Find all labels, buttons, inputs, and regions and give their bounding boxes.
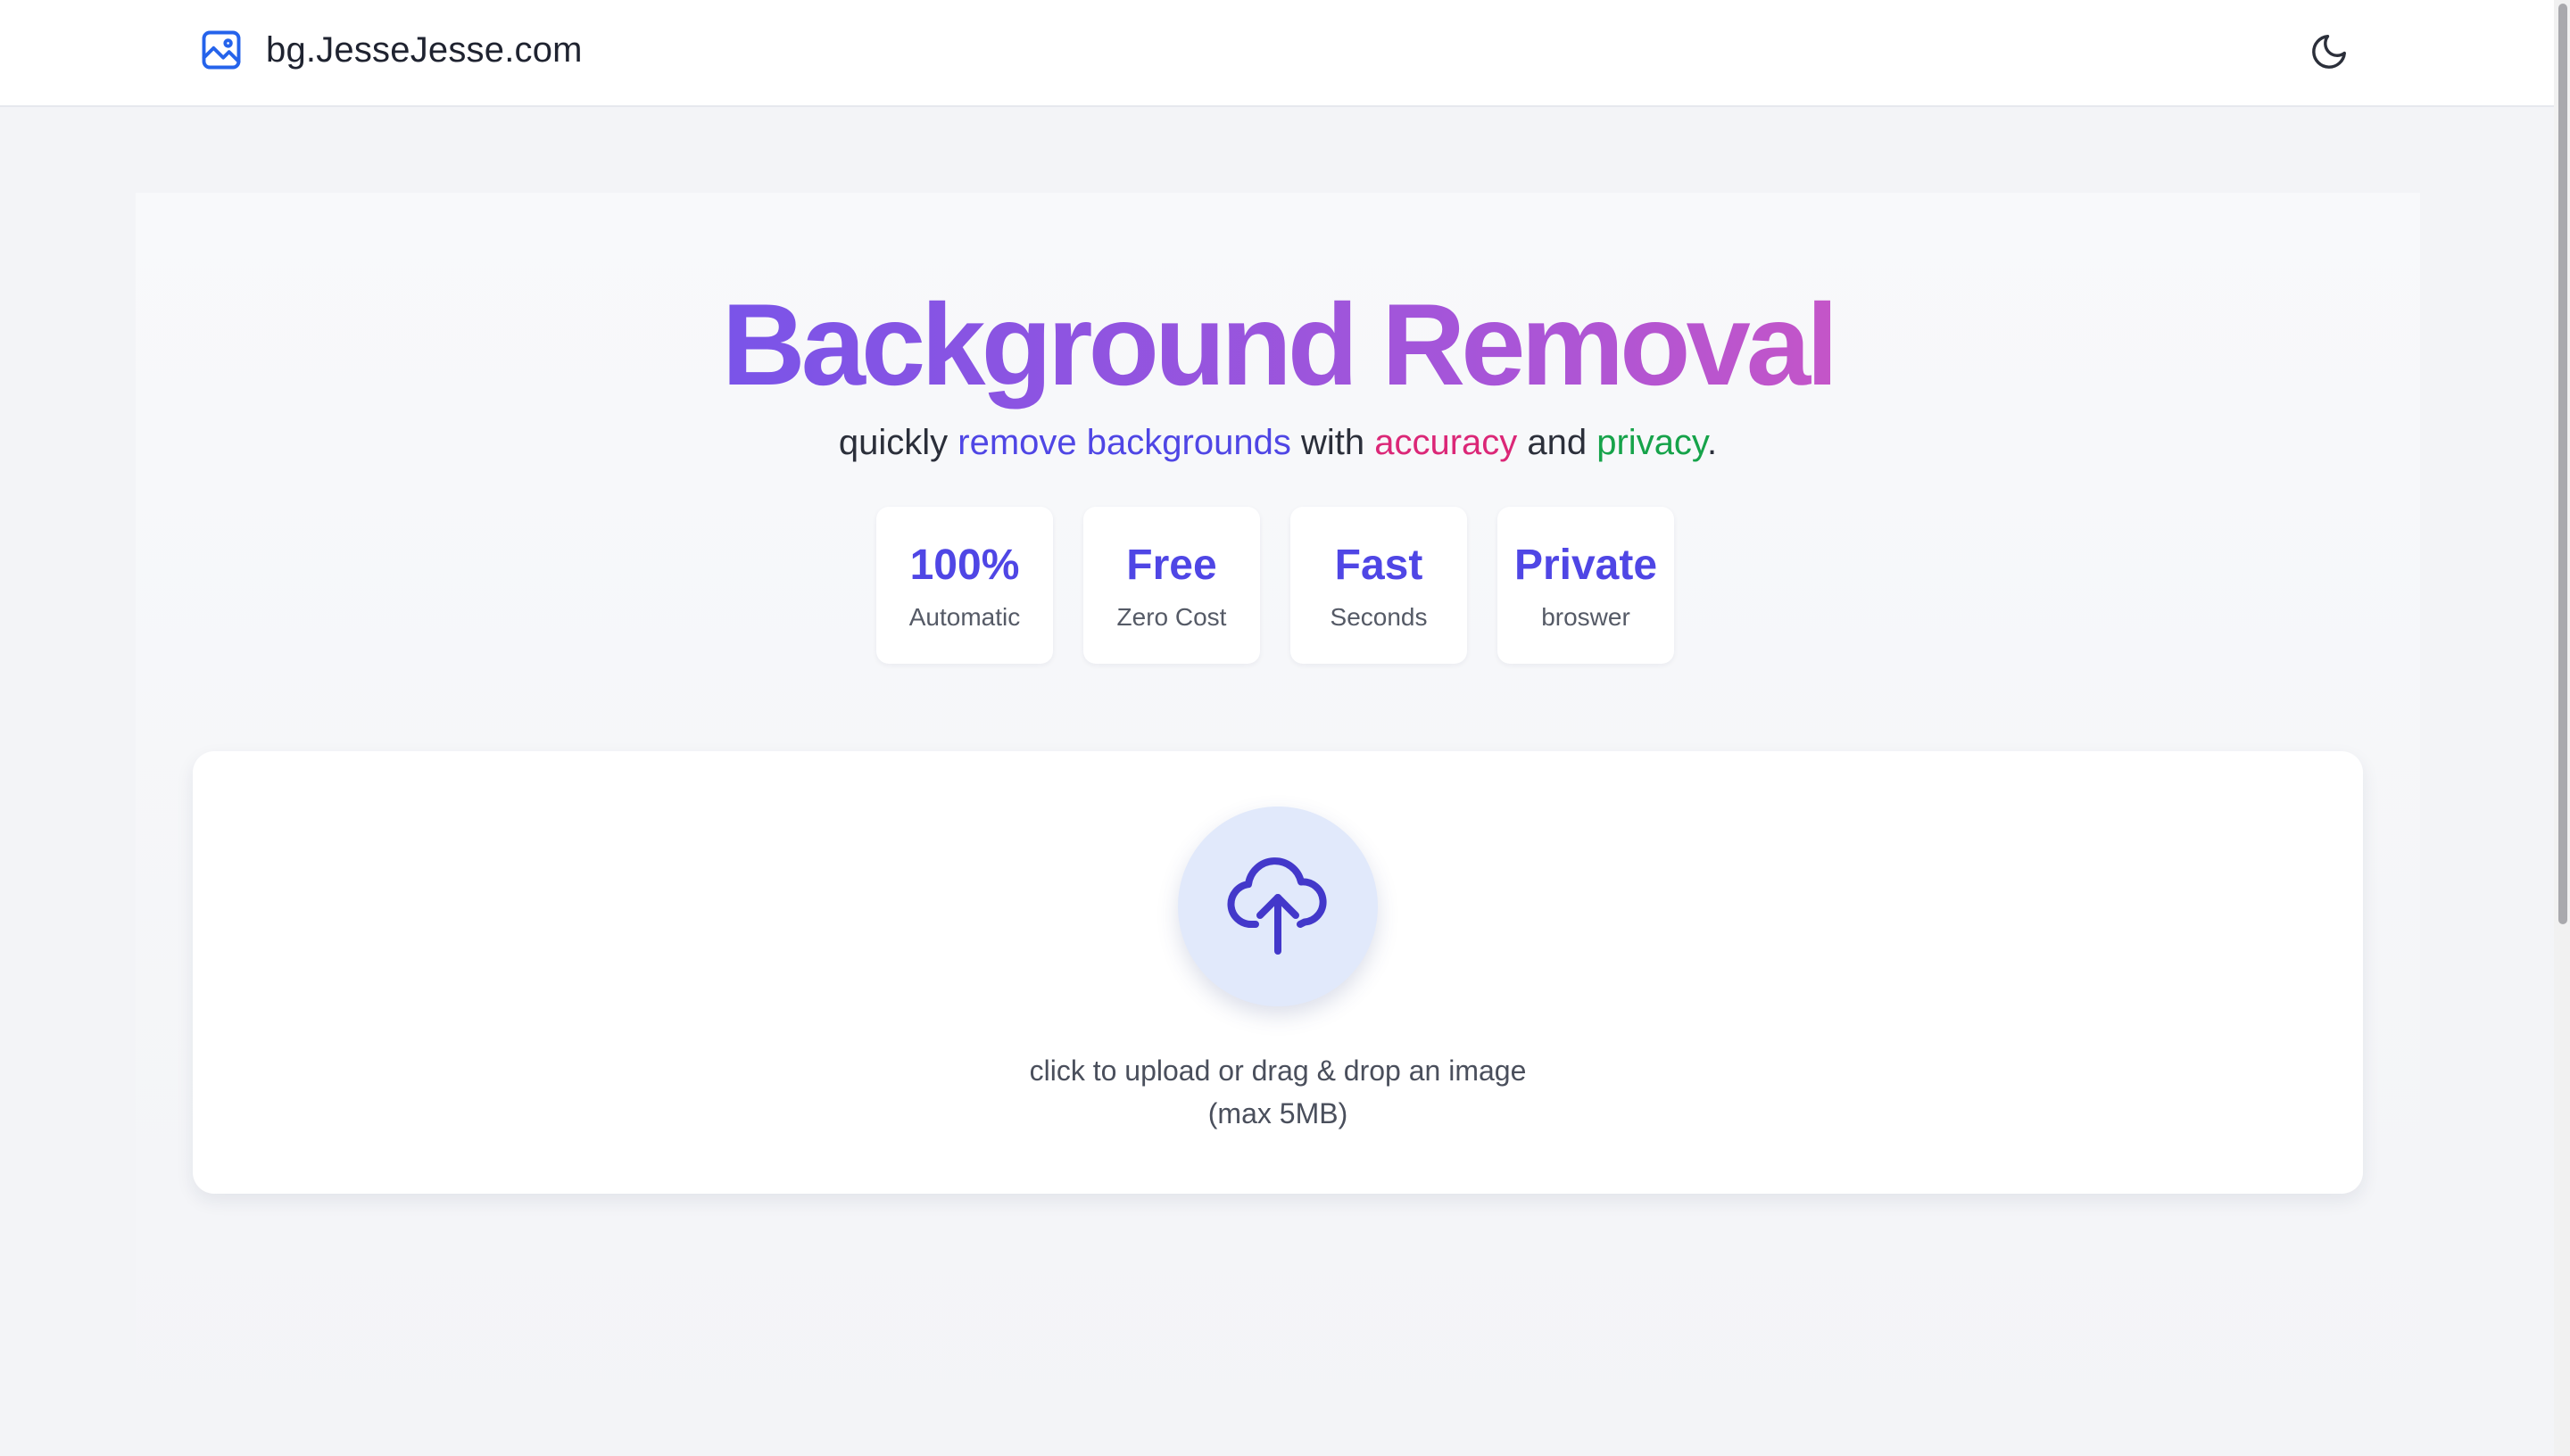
site-name: bg.JesseJesse.com <box>266 29 583 70</box>
site-brand-link[interactable]: bg.JesseJesse.com <box>198 27 583 73</box>
stat-value: Free <box>1126 542 1217 589</box>
feature-stats: 100% Automatic Free Zero Cost Fast Secon… <box>876 507 1674 664</box>
image-icon <box>202 30 241 70</box>
subtitle-text: with <box>1290 423 1375 462</box>
scrollbar-thumb[interactable] <box>2558 4 2567 924</box>
subtitle-text: and <box>1517 423 1597 462</box>
stat-card-fast: Fast Seconds <box>1290 507 1467 664</box>
stat-label: Seconds <box>1330 603 1428 631</box>
cloud-upload-icon <box>1227 857 1327 955</box>
subtitle-text: quickly <box>838 423 958 462</box>
subtitle-text: . <box>1706 423 1718 462</box>
subtitle-highlight-privacy: privacy <box>1596 423 1707 462</box>
moon-icon <box>2312 35 2346 69</box>
page-scrollbar[interactable] <box>2554 0 2570 1456</box>
stat-card-private: Private broswer <box>1497 507 1674 664</box>
page-title-text: Background Removal <box>721 279 1838 410</box>
stat-card-free: Free Zero Cost <box>1083 507 1260 664</box>
stat-label: Automatic <box>908 603 1021 631</box>
main-panel: Background Removal quickly remove backgr… <box>136 193 2420 1456</box>
upload-button[interactable] <box>1178 807 1378 1006</box>
upload-instructions: click to upload or drag & drop an image … <box>193 1049 2363 1135</box>
top-navbar: bg.JesseJesse.com <box>0 0 2554 107</box>
stat-value: Fast <box>1334 542 1423 589</box>
page-subtitle: quickly remove backgrounds with accuracy… <box>136 416 2420 469</box>
stat-label: broswer <box>1541 603 1630 631</box>
upload-dropzone[interactable]: click to upload or drag & drop an image … <box>193 751 2363 1194</box>
upload-instruction-line: click to upload or drag & drop an image <box>1029 1055 1527 1087</box>
stat-value: Private <box>1513 542 1658 589</box>
page-title: Background Removal <box>136 273 2420 416</box>
subtitle-highlight-remove: remove backgrounds <box>958 423 1291 462</box>
stat-label: Zero Cost <box>1116 603 1227 631</box>
stat-value: 100% <box>909 542 1020 589</box>
upload-size-limit: (max 5MB) <box>1207 1097 1348 1129</box>
stat-card-automatic: 100% Automatic <box>876 507 1053 664</box>
theme-toggle-button[interactable] <box>2306 29 2352 75</box>
subtitle-highlight-accuracy: accuracy <box>1374 423 1518 462</box>
